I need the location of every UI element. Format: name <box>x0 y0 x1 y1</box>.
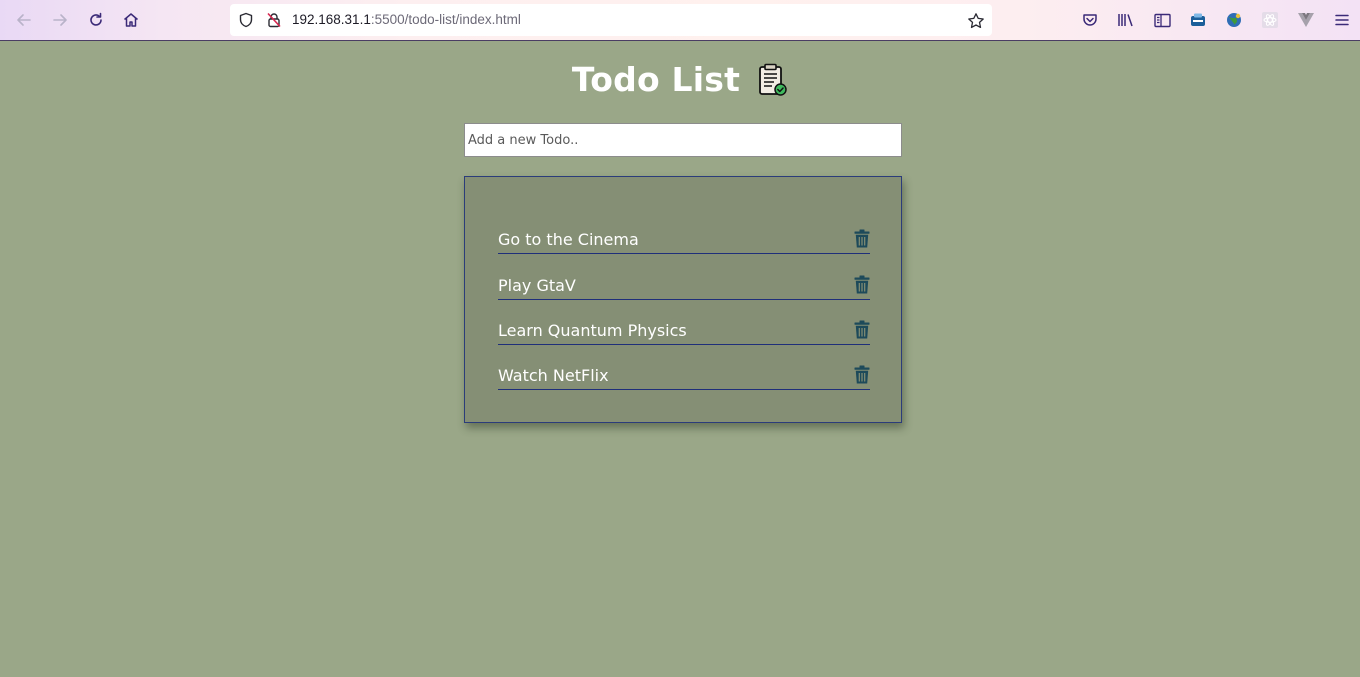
extension-react-icon[interactable] <box>1258 8 1282 32</box>
reload-icon[interactable] <box>84 8 108 32</box>
header: Todo List <box>0 60 1360 99</box>
trash-icon[interactable] <box>854 229 870 248</box>
list-item: Go to the Cinema <box>498 228 870 254</box>
list-item: Learn Quantum Physics <box>498 319 870 345</box>
page-title: Todo List <box>571 60 741 99</box>
url-text[interactable]: 192.168.31.1:5500/todo-list/index.html <box>292 12 521 27</box>
extension-vue-icon[interactable] <box>1294 8 1318 32</box>
star-icon[interactable] <box>967 12 984 29</box>
trash-icon[interactable] <box>854 320 870 339</box>
trash-icon[interactable] <box>854 275 870 294</box>
trash-icon[interactable] <box>854 365 870 384</box>
list-item: Watch NetFlix <box>498 364 870 390</box>
sidebar-icon[interactable] <box>1150 8 1174 32</box>
extension-globe-icon[interactable] <box>1222 8 1246 32</box>
clipboard-check-icon <box>756 63 788 97</box>
new-todo-input[interactable] <box>464 123 902 157</box>
menu-icon[interactable] <box>1330 8 1354 32</box>
back-arrow-icon[interactable] <box>12 8 36 32</box>
home-icon[interactable] <box>119 8 143 32</box>
forward-arrow-icon[interactable] <box>48 8 72 32</box>
todo-label: Learn Quantum Physics <box>498 321 687 340</box>
shield-icon[interactable] <box>238 12 254 28</box>
todo-label: Play GtaV <box>498 276 576 295</box>
insecure-lock-icon[interactable] <box>266 12 282 28</box>
extension-box-icon[interactable] <box>1186 8 1210 32</box>
url-bar[interactable]: 192.168.31.1:5500/todo-list/index.html <box>230 4 992 36</box>
browser-toolbar: 192.168.31.1:5500/todo-list/index.html <box>0 0 1360 41</box>
todo-list: Go to the Cinema Play GtaV Learn Quantum… <box>464 176 902 423</box>
library-icon[interactable] <box>1114 8 1138 32</box>
todo-label: Go to the Cinema <box>498 230 639 249</box>
list-item: Play GtaV <box>498 274 870 300</box>
pocket-icon[interactable] <box>1078 8 1102 32</box>
todo-label: Watch NetFlix <box>498 366 609 385</box>
